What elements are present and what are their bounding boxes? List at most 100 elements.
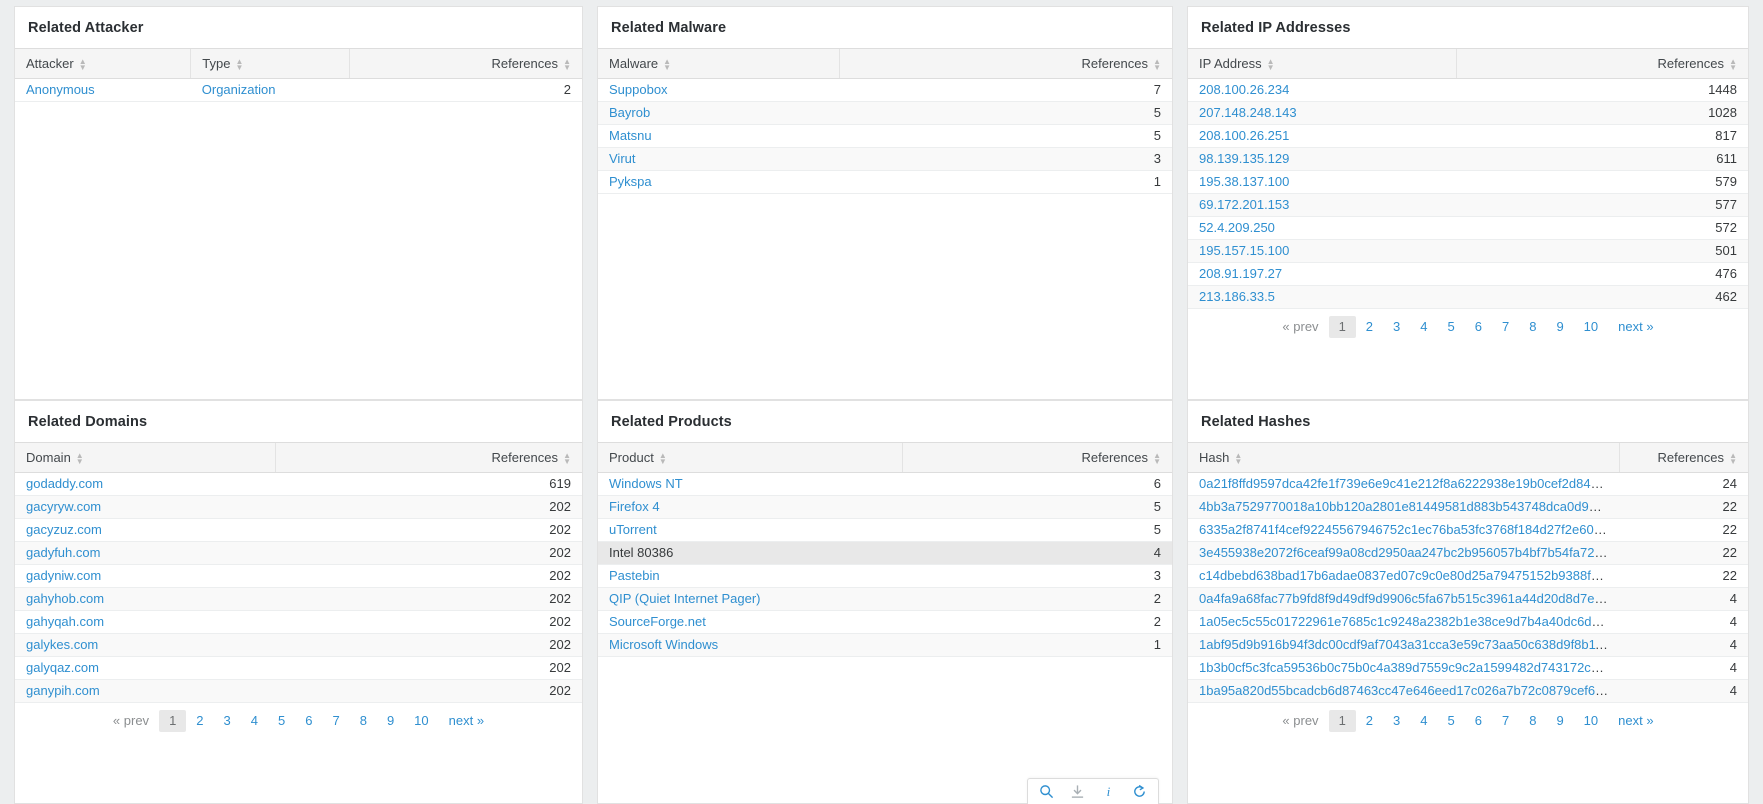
pagination-page-7[interactable]: 7 [322,710,349,732]
table-row[interactable]: 1abf95d9b916b94f3dc00cdf9af7043a31cca3e5… [1188,633,1748,657]
entity-link[interactable]: 0a21f8ffd9597dca42fe1f739e6e9c41e212f8a6… [1199,476,1619,491]
col-header-references[interactable]: References ▲ ▼ [1618,442,1748,473]
pagination-page-5[interactable]: 5 [268,710,295,732]
pagination-ip-addresses[interactable]: « prev 1 2 3 4 5 6 7 8 9 10 next » [1199,316,1737,338]
table-row[interactable]: 98.139.135.129 611 [1188,147,1748,171]
pagination-page-4[interactable]: 4 [241,710,268,732]
col-header-ip-address[interactable]: IP Address ▲ ▼ [1188,48,1457,79]
table-row[interactable]: 0a4fa9a68fac77b9fd8f9d49df9d9906c5fa67b5… [1188,587,1748,611]
col-header-references[interactable]: References ▲ ▼ [901,442,1172,473]
entity-link[interactable]: galykes.com [26,637,98,652]
pagination-next[interactable]: next » [1608,316,1663,338]
pagination-page-7[interactable]: 7 [1492,710,1519,732]
entity-link[interactable]: 208.91.197.27 [1199,266,1282,281]
pagination-page-10[interactable]: 10 [1574,316,1608,338]
attacker-type-link[interactable]: Organization [202,82,276,97]
table-row[interactable]: 195.38.137.100 579 [1188,170,1748,194]
entity-link[interactable]: 6335a2f8741f4cef92245567946752c1ec76ba53… [1199,522,1619,537]
table-row[interactable]: Bayrob 5 [598,101,1172,125]
table-row[interactable]: 69.172.201.153 577 [1188,193,1748,217]
table-row[interactable]: Windows NT 6 [598,472,1172,496]
entity-link[interactable]: 52.4.209.250 [1199,220,1275,235]
table-row[interactable]: 207.148.248.143 1028 [1188,101,1748,125]
table-row[interactable]: 1a05ec5c55c01722961e7685c1c9248a2382b1e3… [1188,610,1748,634]
pagination-page-2[interactable]: 2 [186,710,213,732]
entity-link[interactable]: Pastebin [609,568,660,583]
entity-link[interactable]: gadyfuh.com [26,545,100,560]
table-row[interactable]: c14dbebd638bad17b6adae0837ed07c9c0e80d25… [1188,564,1748,588]
entity-link[interactable]: 0a4fa9a68fac77b9fd8f9d49df9d9906c5fa67b5… [1199,591,1619,606]
table-row[interactable]: Firefox 4 5 [598,495,1172,519]
entity-link[interactable]: Virut [609,151,636,166]
col-header-attacker[interactable]: Attacker ▲ ▼ [15,48,191,79]
col-header-hash[interactable]: Hash ▲ ▼ [1188,442,1620,473]
col-header-product[interactable]: Product ▲ ▼ [598,442,903,473]
entity-link[interactable]: Microsoft Windows [609,637,718,652]
pagination-page-5[interactable]: 5 [1438,316,1465,338]
entity-link[interactable]: 213.186.33.5 [1199,289,1275,304]
entity-link[interactable]: 207.148.248.143 [1199,105,1297,120]
entity-link[interactable]: gahyqah.com [26,614,104,629]
entity-link[interactable]: gadyniw.com [26,568,101,583]
table-row[interactable]: 3e455938e2072f6ceaf99a08cd2950aa247bc2b9… [1188,541,1748,565]
pagination-next[interactable]: next » [1608,710,1663,732]
table-row[interactable]: gahyhob.com 202 [15,587,582,611]
entity-link[interactable]: 69.172.201.153 [1199,197,1289,212]
entity-link[interactable]: c14dbebd638bad17b6adae0837ed07c9c0e80d25… [1199,568,1619,583]
pagination-page-7[interactable]: 7 [1492,316,1519,338]
table-row[interactable]: 52.4.209.250 572 [1188,216,1748,240]
entity-link[interactable]: Intel 80386 [609,545,673,560]
entity-link[interactable]: ganypih.com [26,683,100,698]
pagination-prev[interactable]: « prev [1272,316,1328,338]
table-row[interactable]: Microsoft Windows 1 [598,633,1172,657]
table-row[interactable]: gadyniw.com 202 [15,564,582,588]
entity-link[interactable]: gahyhob.com [26,591,104,606]
entity-link[interactable]: Windows NT [609,476,683,491]
col-header-references[interactable]: References ▲ ▼ [1456,48,1748,79]
table-row[interactable]: Pastebin 3 [598,564,1172,588]
entity-link[interactable]: 1abf95d9b916b94f3dc00cdf9af7043a31cca3e5… [1199,637,1619,652]
pagination-page-3[interactable]: 3 [1383,710,1410,732]
col-header-references[interactable]: References ▲ ▼ [838,48,1172,79]
entity-link[interactable]: 1a05ec5c55c01722961e7685c1c9248a2382b1e3… [1199,614,1619,629]
table-row[interactable]: galykes.com 202 [15,633,582,657]
pagination-page-9[interactable]: 9 [1546,316,1573,338]
entity-link[interactable]: gacyryw.com [26,499,101,514]
pagination-page-9[interactable]: 9 [377,710,404,732]
table-row[interactable]: 195.157.15.100 501 [1188,239,1748,263]
table-row[interactable]: 208.91.197.27 476 [1188,262,1748,286]
entity-link[interactable]: 4bb3a7529770018a10bb120a2801e81449581d88… [1199,499,1619,514]
download-icon[interactable] [1069,783,1086,800]
table-row[interactable]: Matsnu 5 [598,124,1172,148]
pagination-page-5[interactable]: 5 [1438,710,1465,732]
entity-link[interactable]: SourceForge.net [609,614,706,629]
entity-link[interactable]: 208.100.26.251 [1199,128,1289,143]
pagination-next[interactable]: next » [439,710,494,732]
entity-link[interactable]: Suppobox [609,82,668,97]
table-row[interactable]: 6335a2f8741f4cef92245567946752c1ec76ba53… [1188,518,1748,542]
entity-link[interactable]: 1b3b0cf5c3fca59536b0c75b0c4a389d7559c9c2… [1199,660,1619,675]
table-row[interactable]: uTorrent 5 [598,518,1172,542]
pagination-page-2[interactable]: 2 [1356,710,1383,732]
table-row[interactable]: Intel 80386 4 [598,541,1172,565]
table-row[interactable]: gadyfuh.com 202 [15,541,582,565]
table-row[interactable]: SourceForge.net 2 [598,610,1172,634]
attacker-link[interactable]: Anonymous [26,82,95,97]
table-row[interactable]: godaddy.com 619 [15,472,582,496]
table-row[interactable]: 1b3b0cf5c3fca59536b0c75b0c4a389d7559c9c2… [1188,656,1748,680]
search-icon[interactable] [1038,783,1055,800]
entity-link[interactable]: Matsnu [609,128,652,143]
pagination-page-3[interactable]: 3 [214,710,241,732]
entity-link[interactable]: QIP (Quiet Internet Pager) [609,591,761,606]
table-row[interactable]: gacyryw.com 202 [15,495,582,519]
pagination-page-6[interactable]: 6 [1465,316,1492,338]
table-row[interactable]: 1ba95a820d55bcadcb6d87463cc47e646eed17c0… [1188,679,1748,703]
table-row[interactable]: 213.186.33.5 462 [1188,285,1748,309]
col-header-domain[interactable]: Domain ▲ ▼ [15,442,276,473]
table-row[interactable]: 208.100.26.234 1448 [1188,78,1748,102]
pagination-page-6[interactable]: 6 [1465,710,1492,732]
table-row[interactable]: 4bb3a7529770018a10bb120a2801e81449581d88… [1188,495,1748,519]
entity-link[interactable]: godaddy.com [26,476,103,491]
entity-link[interactable]: 3e455938e2072f6ceaf99a08cd2950aa247bc2b9… [1199,545,1619,560]
entity-link[interactable]: Pykspa [609,174,652,189]
